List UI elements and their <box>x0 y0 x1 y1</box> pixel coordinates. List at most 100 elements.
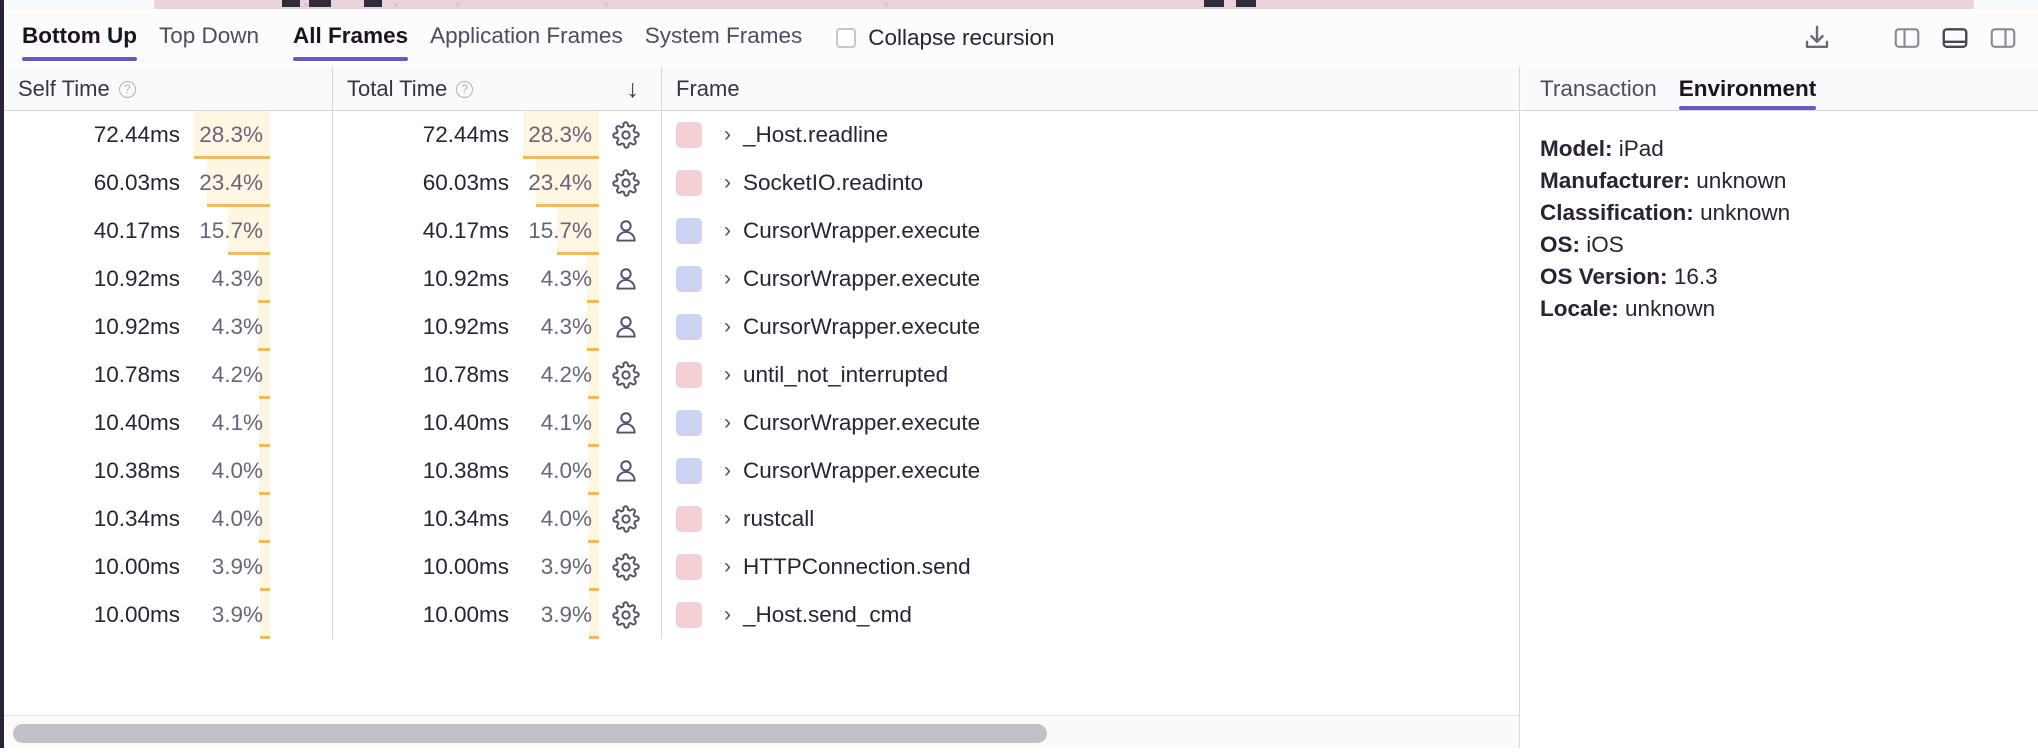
sort-descending-icon[interactable]: ↓ <box>627 75 640 104</box>
column-header-frame-label: Frame <box>676 76 740 102</box>
table-row[interactable]: 60.03ms23.4%60.03ms23.4%›SocketIO.readin… <box>4 159 1520 207</box>
expand-chevron-icon[interactable]: › <box>724 123 731 147</box>
frame-cell: ›_Host.readline <box>662 111 1520 159</box>
tab-system-frames[interactable]: System Frames <box>645 25 803 62</box>
expand-chevron-icon[interactable]: › <box>724 219 731 243</box>
self-time-value: 10.00ms <box>4 554 180 580</box>
percentage-cell: 23.4% <box>194 159 270 207</box>
person-icon[interactable] <box>599 409 653 437</box>
percentage-bar <box>589 636 599 639</box>
tab-top-down[interactable]: Top Down <box>159 25 259 62</box>
self-time-value: 10.00ms <box>4 602 180 628</box>
help-icon[interactable]: ? <box>119 81 136 98</box>
frame-color-swatch <box>676 122 702 148</box>
percentage-cell: 28.3% <box>194 111 270 159</box>
tab-application-frames[interactable]: Application Frames <box>430 25 623 62</box>
table-row[interactable]: 10.00ms3.9%10.00ms3.9%›_Host.send_cmd <box>4 591 1520 639</box>
frame-color-swatch <box>676 266 702 292</box>
table-row[interactable]: 10.00ms3.9%10.00ms3.9%›HTTPConnection.se… <box>4 543 1520 591</box>
total-time-cell: 40.17ms15.7% <box>333 207 662 255</box>
frame-cell: › CursorWrapper.execute <box>662 399 1520 447</box>
environment-detail-row: OS: iOS <box>1540 229 2038 261</box>
person-icon[interactable] <box>599 313 653 341</box>
percentage-cell: 3.9% <box>523 543 599 591</box>
table-header-row: Self Time ? Total Time ? ↓ Frame <box>4 67 1520 111</box>
flamegraph-strip[interactable] <box>0 0 2038 9</box>
expand-chevron-icon[interactable]: › <box>724 171 731 195</box>
gear-icon[interactable] <box>599 169 653 197</box>
percentage-value: 4.3% <box>541 314 592 340</box>
download-icon[interactable] <box>1800 21 1834 55</box>
total-time-value: 72.44ms <box>333 122 509 148</box>
environment-detail-row: Manufacturer: unknown <box>1540 165 2038 197</box>
table-row[interactable]: 10.38ms4.0%10.38ms4.0%›CursorWrapper.exe… <box>4 447 1520 495</box>
percentage-value: 4.0% <box>541 506 592 532</box>
frame-name: until_not_interrupted <box>743 362 948 388</box>
frame-color-swatch <box>676 362 702 388</box>
expand-chevron-icon[interactable]: › <box>724 603 731 627</box>
expand-chevron-icon[interactable]: › <box>724 459 731 483</box>
expand-chevron-icon[interactable]: › <box>724 315 731 339</box>
gear-icon[interactable] <box>599 601 653 629</box>
percentage-value: 28.3% <box>199 122 263 148</box>
expand-chevron-icon[interactable]: › <box>724 411 731 435</box>
collapse-recursion-checkbox[interactable] <box>836 28 856 48</box>
frame-name: CursorWrapper.execute <box>743 410 980 436</box>
total-time-value: 60.03ms <box>333 170 509 196</box>
gear-icon[interactable] <box>599 121 653 149</box>
frame-color-swatch <box>676 170 702 196</box>
total-time-cell: 60.03ms23.4% <box>333 159 662 207</box>
table-row[interactable]: 10.92ms4.3%10.92ms4.3%›CursorWrapper.exe… <box>4 303 1520 351</box>
percentage-value: 4.1% <box>541 410 592 436</box>
total-time-value: 10.92ms <box>333 314 509 340</box>
self-time-value: 10.92ms <box>4 314 180 340</box>
column-header-frame[interactable]: Frame <box>662 67 1520 111</box>
gear-icon[interactable] <box>599 553 653 581</box>
percentage-value: 4.3% <box>212 266 263 292</box>
collapse-recursion-toggle[interactable]: Collapse recursion <box>836 25 1054 51</box>
horizontal-scrollbar-thumb[interactable] <box>13 724 1047 743</box>
self-time-value: 10.40ms <box>4 410 180 436</box>
total-time-value: 10.00ms <box>333 602 509 628</box>
table-row[interactable]: 72.44ms28.3%72.44ms28.3%›_Host.readline <box>4 111 1520 159</box>
environment-detail-key: Manufacturer: <box>1540 168 1690 193</box>
frame-name: SocketIO.readinto <box>743 170 923 196</box>
person-icon[interactable] <box>599 217 653 245</box>
expand-chevron-icon[interactable]: › <box>724 507 731 531</box>
tab-transaction[interactable]: Transaction <box>1540 78 1657 111</box>
layout-right-panel-icon[interactable] <box>1986 21 2020 55</box>
environment-detail-row: Classification: unknown <box>1540 197 2038 229</box>
table-row[interactable]: 10.34ms4.0%10.34ms4.0%›rustcall <box>4 495 1520 543</box>
frame-cell: ›CursorWrapper.execute <box>662 303 1520 351</box>
layout-bottom-panel-icon[interactable] <box>1938 21 1972 55</box>
environment-detail-key: Locale: <box>1540 296 1619 321</box>
gear-icon[interactable] <box>599 361 653 389</box>
percentage-cell: 4.0% <box>523 495 599 543</box>
table-row[interactable]: 10.78ms4.2%10.78ms4.2%›until_not_interru… <box>4 351 1520 399</box>
total-time-cell: 10.40ms4.1% <box>333 399 662 447</box>
column-header-total-time[interactable]: Total Time ? ↓ <box>333 67 662 111</box>
tab-bottom-up[interactable]: Bottom Up <box>22 25 137 62</box>
expand-chevron-icon[interactable]: › <box>724 363 731 387</box>
percentage-value: 15.7% <box>199 218 263 244</box>
table-row[interactable]: 40.17ms15.7%40.17ms15.7%›CursorWrapper.e… <box>4 207 1520 255</box>
percentage-cell: 4.3% <box>194 255 270 303</box>
table-row[interactable]: 10.92ms4.3%10.92ms4.3%›CursorWrapper.exe… <box>4 255 1520 303</box>
expand-chevron-icon[interactable]: › <box>724 555 731 579</box>
environment-detail-value: unknown <box>1625 296 1715 321</box>
person-icon[interactable] <box>599 265 653 293</box>
expand-chevron-icon[interactable]: › <box>724 267 731 291</box>
percentage-cell: 3.9% <box>194 591 270 639</box>
person-icon[interactable] <box>599 457 653 485</box>
column-header-self-time[interactable]: Self Time ? <box>4 67 333 111</box>
help-icon[interactable]: ? <box>456 81 473 98</box>
details-tab-bar: Transaction Environment <box>1521 67 2038 111</box>
gear-icon[interactable] <box>599 505 653 533</box>
table-row[interactable]: 10.40ms4.1%10.40ms4.1%›CursorWrapper.exe… <box>4 399 1520 447</box>
layout-left-panel-icon[interactable] <box>1890 21 1924 55</box>
tab-system-frames-label: System Frames <box>645 23 803 48</box>
tab-environment[interactable]: Environment <box>1679 78 1817 111</box>
frames-table-body: 72.44ms28.3%72.44ms28.3%›_Host.readline6… <box>4 111 1520 711</box>
tab-top-down-label: Top Down <box>159 23 259 48</box>
tab-all-frames[interactable]: All Frames <box>293 25 408 62</box>
